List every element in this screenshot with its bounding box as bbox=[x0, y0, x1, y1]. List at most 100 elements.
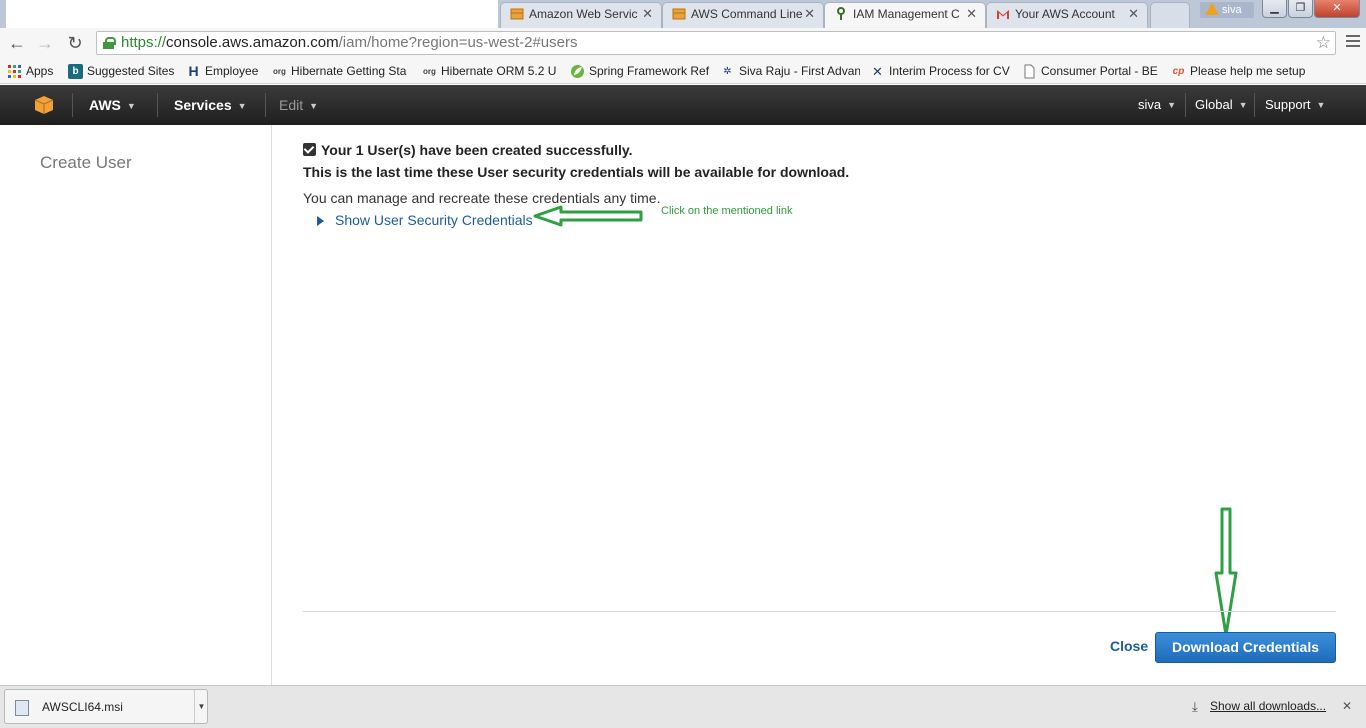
show-credentials-link[interactable]: Show User Security Credentials bbox=[317, 212, 533, 228]
bookmark-label: Spring Framework Ref bbox=[589, 64, 710, 78]
aws-box-icon bbox=[510, 8, 524, 20]
reload-button[interactable]: ↻ bbox=[64, 32, 86, 54]
nav-divider bbox=[72, 93, 73, 117]
edit-menu[interactable]: Edit ▼ bbox=[279, 85, 318, 125]
page-icon bbox=[1024, 64, 1035, 79]
nav-divider bbox=[157, 93, 158, 117]
bookmark-apps[interactable]: Apps bbox=[7, 62, 59, 80]
download-file-name: AWSCLI64.msi bbox=[42, 700, 123, 714]
bookmark-siva-raju[interactable]: ✲ Siva Raju - First Advan bbox=[720, 62, 860, 80]
spring-leaf-icon bbox=[571, 65, 584, 78]
bookmark-label: Employee bbox=[205, 64, 259, 78]
chevron-down-icon: ▼ bbox=[1238, 100, 1248, 110]
support-menu[interactable]: Support ▼ bbox=[1265, 85, 1325, 125]
url-path: /iam/home?region=us-west-2#users bbox=[338, 34, 578, 51]
success-message-text: Your 1 User(s) have been created success… bbox=[321, 142, 633, 158]
bookmark-spring-framework[interactable]: Spring Framework Ref bbox=[570, 62, 710, 80]
bookmark-label: Hibernate ORM 5.2 U bbox=[441, 64, 557, 78]
tab-title: IAM Management C bbox=[853, 7, 960, 21]
shelf-close-icon[interactable]: ✕ bbox=[1342, 699, 1352, 713]
maximize-button[interactable]: ❐ bbox=[1288, 0, 1313, 18]
h-icon: H bbox=[188, 63, 199, 79]
profile-badge[interactable]: siva bbox=[1200, 2, 1254, 18]
aws-menu-label: AWS bbox=[89, 97, 121, 113]
window-close-button[interactable]: ✕ bbox=[1314, 0, 1360, 18]
aws-menu[interactable]: AWS ▼ bbox=[89, 85, 136, 125]
region-menu[interactable]: Global ▼ bbox=[1195, 85, 1248, 125]
chevron-down-icon[interactable]: ▼ bbox=[194, 690, 208, 723]
nav-divider bbox=[1254, 93, 1255, 117]
left-pane: Create User bbox=[0, 125, 272, 685]
lock-icon bbox=[103, 37, 116, 49]
nav-divider bbox=[1185, 93, 1186, 117]
bookmark-label: Siva Raju - First Advan bbox=[739, 64, 860, 78]
bookmark-consumer-portal[interactable]: Consumer Portal - BE bbox=[1022, 62, 1158, 80]
edit-menu-label: Edit bbox=[279, 97, 304, 113]
bookmark-hibernate-orm[interactable]: org Hibernate ORM 5.2 U bbox=[422, 62, 560, 80]
services-menu[interactable]: Services ▼ bbox=[174, 85, 247, 125]
nav-divider bbox=[265, 93, 266, 117]
tab-your-aws-account[interactable]: Your AWS Account ✕ bbox=[986, 2, 1148, 28]
chevron-down-icon: ▼ bbox=[309, 101, 319, 111]
user-menu-label: siva bbox=[1138, 97, 1162, 112]
show-all-downloads-link[interactable]: ⤓ Show all downloads... bbox=[1190, 699, 1326, 714]
chevron-down-icon: ▼ bbox=[1167, 100, 1177, 110]
annotation-hint: Click on the mentioned link bbox=[661, 205, 793, 217]
bookmark-employee[interactable]: H Employee bbox=[186, 62, 264, 80]
footer-divider bbox=[303, 611, 1336, 612]
tab-title: Amazon Web Servic bbox=[529, 7, 638, 21]
new-tab-button[interactable] bbox=[1150, 2, 1190, 28]
bookmark-label: Please help me setup bbox=[1190, 64, 1306, 78]
url-host: console.aws.amazon.com bbox=[166, 34, 339, 51]
expand-triangle-icon bbox=[317, 216, 324, 226]
download-item[interactable]: AWSCLI64.msi ▼ bbox=[4, 689, 208, 724]
bookmarks-bar: Apps b Suggested Sites H Employee org Hi… bbox=[0, 58, 1366, 84]
bookmark-please-help[interactable]: cp Please help me setup bbox=[1171, 62, 1306, 80]
bookmark-hibernate-getting-started[interactable]: org Hibernate Getting Sta bbox=[272, 62, 410, 80]
bing-icon: b bbox=[68, 64, 83, 79]
services-menu-label: Services bbox=[174, 97, 232, 113]
tab-iam-management[interactable]: IAM Management C ✕ bbox=[824, 2, 986, 28]
blank-tab-area bbox=[6, 0, 498, 28]
tab-aws-command-line[interactable]: AWS Command Line ✕ bbox=[662, 2, 824, 28]
close-button[interactable]: Close bbox=[1110, 638, 1148, 654]
download-shelf: AWSCLI64.msi ▼ ⤓ Show all downloads... ✕ bbox=[0, 685, 1366, 728]
forward-button[interactable]: → bbox=[34, 32, 56, 54]
profile-name: siva bbox=[1222, 4, 1242, 16]
bookmark-label: Hibernate Getting Sta bbox=[291, 64, 407, 78]
browser-toolbar: ← → ↻ https://console.aws.amazon.com/iam… bbox=[0, 28, 1366, 58]
bookmark-label: Apps bbox=[26, 64, 54, 78]
bookmark-star-icon[interactable]: ☆ bbox=[1316, 32, 1331, 54]
bookmark-suggested-sites[interactable]: b Suggested Sites bbox=[68, 62, 178, 80]
manage-message: You can manage and recreate these creden… bbox=[303, 190, 661, 206]
download-credentials-button[interactable]: Download Credentials bbox=[1155, 632, 1336, 663]
browser-menu-icon[interactable] bbox=[1346, 35, 1360, 50]
tab-title: AWS Command Line bbox=[691, 7, 803, 21]
jboss-icon: org bbox=[423, 67, 436, 76]
tab-close-icon[interactable]: ✕ bbox=[804, 3, 815, 25]
region-menu-label: Global bbox=[1195, 97, 1233, 112]
iam-key-icon bbox=[837, 7, 845, 20]
user-menu[interactable]: siva ▼ bbox=[1138, 85, 1176, 125]
bookmark-interim-process[interactable]: ✕ Interim Process for CV bbox=[870, 62, 1010, 80]
tab-close-icon[interactable]: ✕ bbox=[642, 3, 653, 25]
minimize-button[interactable]: ▁ bbox=[1262, 0, 1287, 18]
annotation-arrow-left bbox=[533, 205, 643, 227]
aws-box-icon bbox=[672, 8, 686, 20]
support-menu-label: Support bbox=[1265, 97, 1311, 112]
bookmark-label: Suggested Sites bbox=[87, 64, 175, 78]
tab-close-icon[interactable]: ✕ bbox=[966, 3, 977, 25]
back-button[interactable]: ← bbox=[6, 32, 28, 54]
aws-cube-logo-icon[interactable] bbox=[33, 95, 55, 115]
success-check-icon bbox=[303, 143, 316, 156]
download-icon: ⤓ bbox=[1192, 699, 1198, 714]
bookmark-label: Interim Process for CV bbox=[889, 64, 1010, 78]
cp-icon: cp bbox=[1172, 66, 1185, 77]
url-scheme: https:// bbox=[121, 34, 167, 51]
tab-title: Your AWS Account bbox=[1015, 7, 1115, 21]
tab-close-icon[interactable]: ✕ bbox=[1128, 3, 1139, 25]
chevron-down-icon: ▼ bbox=[1316, 100, 1326, 110]
tab-amazon-web-services[interactable]: Amazon Web Servic ✕ bbox=[500, 2, 662, 28]
person-icon: ✲ bbox=[723, 66, 732, 77]
address-bar[interactable]: https://console.aws.amazon.com/iam/home?… bbox=[96, 31, 1336, 55]
